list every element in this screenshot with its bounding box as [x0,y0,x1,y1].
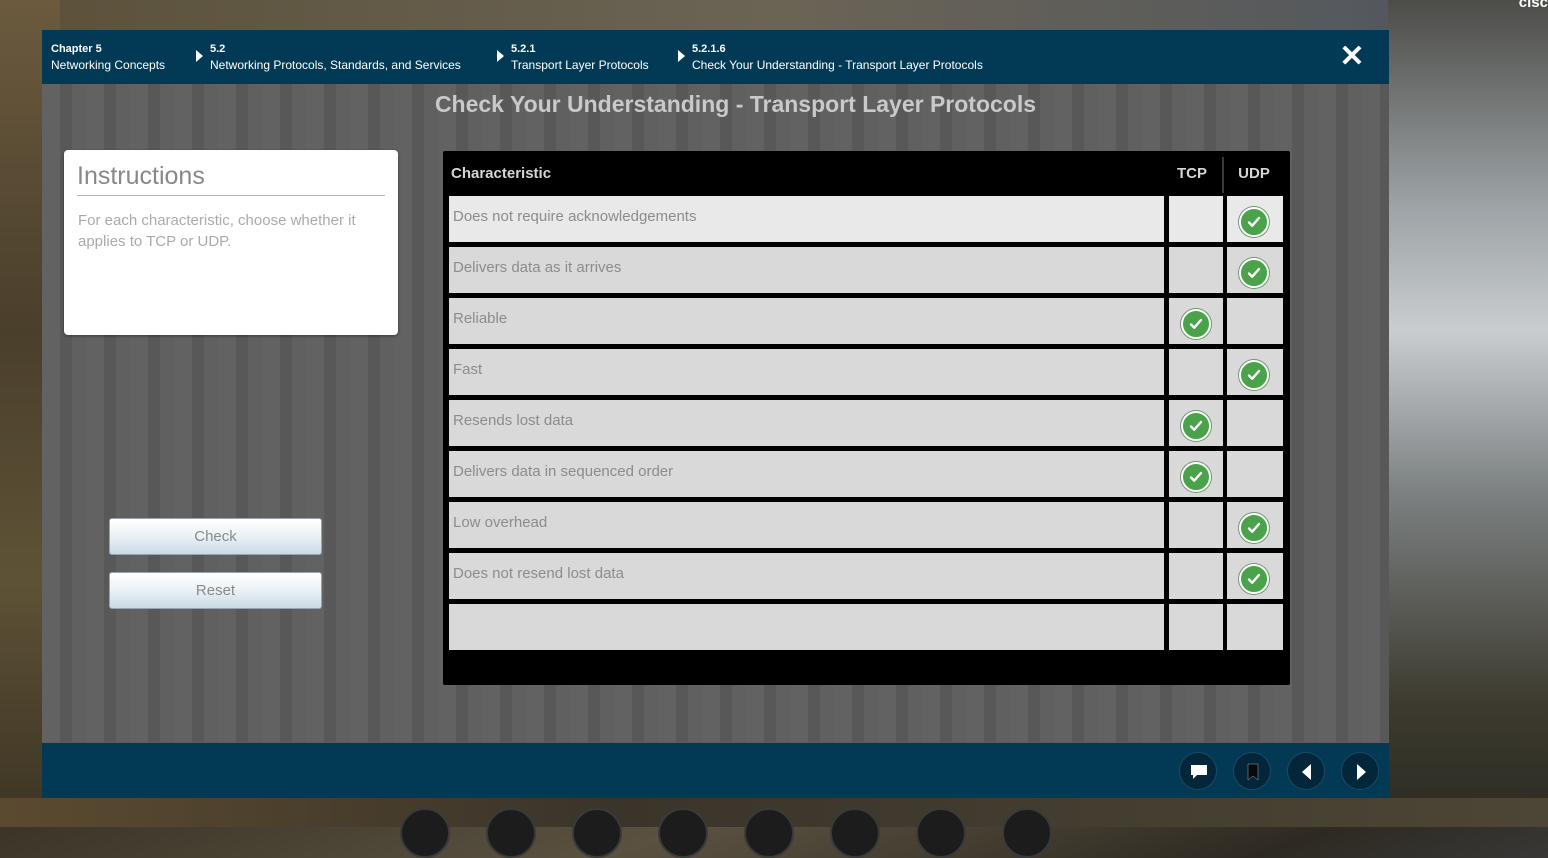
answer-table: Characteristic TCP UDP Does not require … [443,151,1290,685]
udp-drop-cell[interactable] [1227,604,1283,650]
column-header-udp: UDP [1238,165,1270,182]
dock-icon[interactable] [830,808,880,858]
next-icon[interactable] [1341,752,1379,790]
characteristic-label: Delivers data in sequenced order [453,463,674,480]
characteristic-cell[interactable]: Resends lost data [449,400,1164,446]
characteristic-label: Fast [453,361,483,378]
background-sky [1388,0,1548,827]
breadcrumb-item-chapter[interactable]: Chapter 5 Networking Concepts [51,41,165,73]
dock-icon[interactable] [400,808,450,858]
table-row: Does not resend lost data [449,553,1283,599]
characteristic-label: Does not require acknowledgements [453,208,697,225]
udp-drop-cell[interactable] [1227,451,1283,497]
table-row: Fast [449,349,1283,395]
course-window: Chapter 5 Networking Concepts 5.2 Networ… [42,30,1389,798]
table-row: Reliable [449,298,1283,344]
column-header-tcp: TCP [1177,165,1207,182]
footer-bar [42,743,1389,798]
dock-icon[interactable] [486,808,536,858]
tcp-drop-cell[interactable] [1169,400,1223,446]
table-row: Does not require acknowledgements [449,196,1283,242]
table-row: Delivers data in sequenced order [449,451,1283,497]
close-icon[interactable]: ✕ [1337,42,1367,72]
tcp-drop-cell[interactable] [1169,298,1223,344]
background [0,0,1548,30]
brand-logo-text: cisc [1518,0,1548,11]
check-mark-icon [1239,360,1269,390]
breadcrumb-arrow-icon [196,50,203,62]
bookmark-icon[interactable] [1233,752,1271,790]
column-header-characteristic: Characteristic [451,165,552,182]
breadcrumb-item-page[interactable]: 5.2.1.6 Check Your Understanding - Trans… [678,41,983,73]
characteristic-cell[interactable]: Low overhead [449,502,1164,548]
breadcrumb-item-section[interactable]: 5.2 Networking Protocols, Standards, and… [196,41,461,73]
comment-icon[interactable] [1179,752,1217,790]
characteristic-label: Resends lost data [453,412,574,429]
udp-drop-cell[interactable] [1227,349,1283,395]
udp-drop-cell[interactable] [1227,553,1283,599]
characteristic-label: Reliable [453,310,508,327]
instructions-heading: Instructions [77,162,385,196]
characteristic-cell[interactable] [449,604,1164,650]
dock-icon[interactable] [916,808,966,858]
dock-icon[interactable] [572,808,622,858]
instructions-text: For each characteristic, choose whether … [78,212,356,250]
check-mark-icon [1239,564,1269,594]
taskbar-dock [400,808,1052,858]
characteristic-cell[interactable]: Delivers data as it arrives [449,247,1164,293]
tcp-drop-cell[interactable] [1169,502,1223,548]
tcp-drop-cell[interactable] [1169,349,1223,395]
dock-icon[interactable] [1002,808,1052,858]
page-title: Check Your Understanding - Transport Lay… [434,91,1037,117]
characteristic-cell[interactable]: Does not require acknowledgements [449,196,1164,242]
check-mark-icon [1181,462,1211,492]
breadcrumb-arrow-icon [678,50,685,62]
characteristic-cell[interactable]: Delivers data in sequenced order [449,451,1164,497]
instructions-panel: Instructions For each characteristic, ch… [64,150,398,335]
characteristic-cell[interactable]: Does not resend lost data [449,553,1164,599]
check-mark-icon [1181,411,1211,441]
udp-drop-cell[interactable] [1227,247,1283,293]
check-button[interactable]: Check [109,518,322,555]
tcp-drop-cell[interactable] [1169,604,1223,650]
characteristic-cell[interactable]: Fast [449,349,1164,395]
check-mark-icon [1181,309,1211,339]
udp-drop-cell[interactable] [1227,196,1283,242]
check-mark-icon [1239,207,1269,237]
tcp-drop-cell[interactable] [1169,451,1223,497]
table-row: Resends lost data [449,400,1283,446]
dock-icon[interactable] [744,808,794,858]
column-divider [1222,157,1224,193]
tcp-drop-cell[interactable] [1169,196,1223,242]
tcp-drop-cell[interactable] [1169,247,1223,293]
breadcrumb: Chapter 5 Networking Concepts 5.2 Networ… [42,30,1389,84]
table-row: Delivers data as it arrives [449,247,1283,293]
check-mark-icon [1239,513,1269,543]
dock-icon[interactable] [658,808,708,858]
characteristic-cell[interactable]: Reliable [449,298,1164,344]
table-header: Characteristic TCP UDP [443,151,1290,193]
tcp-drop-cell[interactable] [1169,553,1223,599]
previous-icon[interactable] [1287,752,1325,790]
check-mark-icon [1239,258,1269,288]
table-row [449,604,1283,650]
characteristic-label: Does not resend lost data [453,565,624,582]
characteristic-label: Delivers data as it arrives [453,259,622,276]
udp-drop-cell[interactable] [1227,298,1283,344]
udp-drop-cell[interactable] [1227,400,1283,446]
breadcrumb-arrow-icon [497,50,504,62]
table-row: Low overhead [449,502,1283,548]
udp-drop-cell[interactable] [1227,502,1283,548]
breadcrumb-item-topic[interactable]: 5.2.1 Transport Layer Protocols [497,41,649,73]
characteristic-label: Low overhead [453,514,548,531]
reset-button[interactable]: Reset [109,572,322,609]
